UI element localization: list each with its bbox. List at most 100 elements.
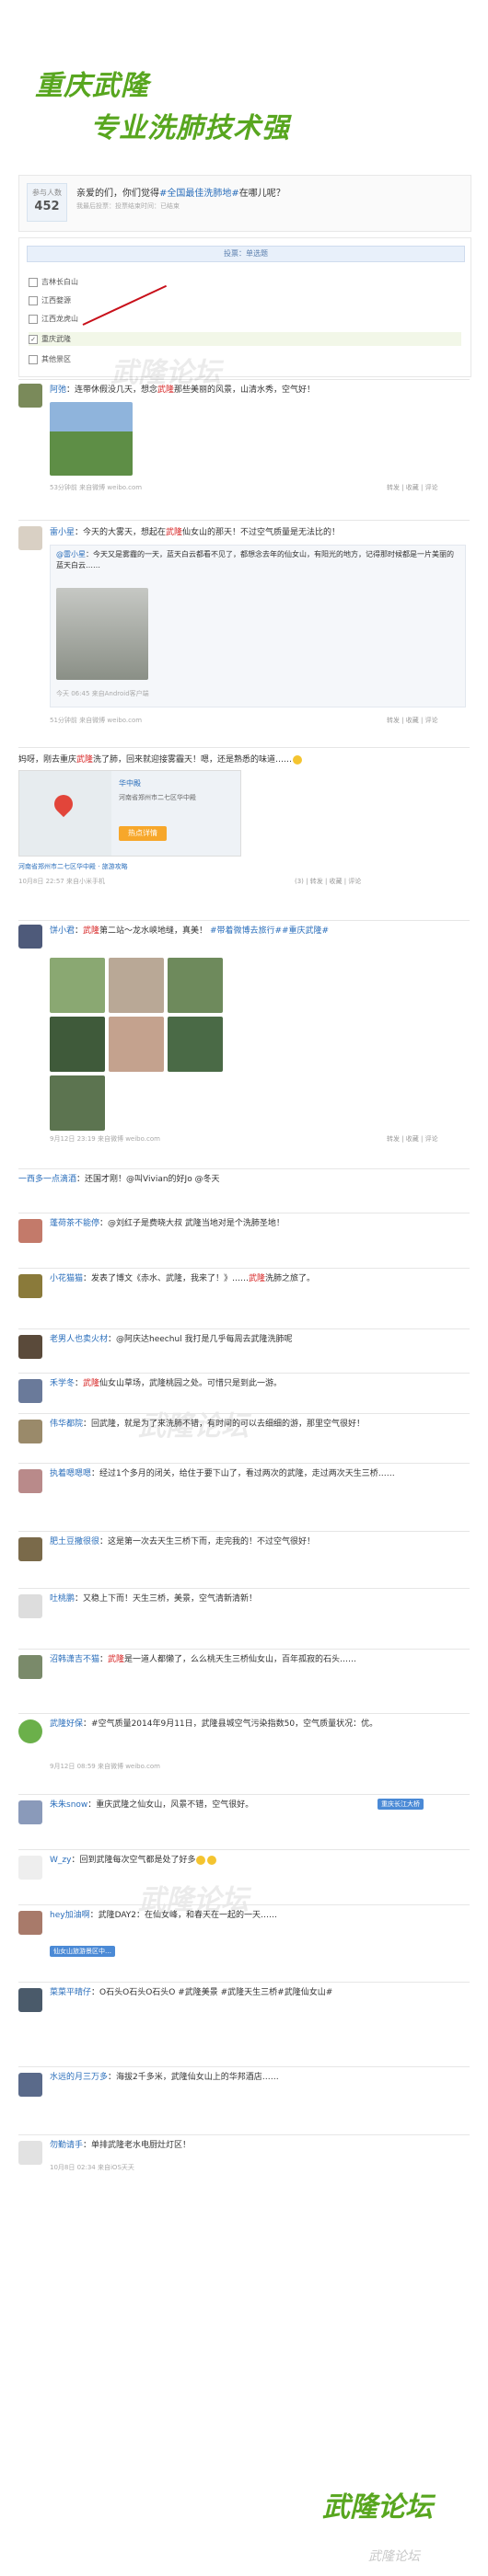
post-author[interactable]: 武隆好保 bbox=[50, 1719, 83, 1729]
post-author[interactable]: 朱朱snow bbox=[50, 1800, 87, 1810]
checkbox-icon[interactable] bbox=[29, 277, 38, 287]
avatar[interactable] bbox=[18, 1537, 42, 1561]
checkbox-icon[interactable] bbox=[29, 295, 38, 305]
checkbox-icon[interactable] bbox=[29, 314, 38, 324]
location-badge[interactable]: 仙女山旅游景区中… bbox=[50, 1946, 115, 1957]
poll-option[interactable]: 其他景区 bbox=[29, 354, 71, 364]
post-author[interactable]: 吐桃鹏 bbox=[50, 1594, 75, 1604]
post-author[interactable]: 雷小星 bbox=[50, 528, 75, 537]
post-text-b: 洗了肺，回来就迎接雾霾天！嗯，还是熟悉的味道…… bbox=[93, 755, 293, 765]
post-author[interactable]: 小花猫猫 bbox=[50, 1274, 83, 1283]
poll-question: 亲爱的们，你们觉得#全国最佳洗肺地#在哪儿呢？ bbox=[76, 185, 285, 199]
location-line[interactable]: 河南省郑州市二七区华中殿 · 旅游攻略 bbox=[18, 862, 128, 871]
quote-photo[interactable] bbox=[56, 588, 148, 680]
avatar[interactable] bbox=[18, 1655, 42, 1679]
avatar[interactable] bbox=[18, 1335, 42, 1359]
post-text: 菜菜平晴仔：O石头O石头O石头O #武隆美景 #武隆天生三桥#武隆仙女山# bbox=[50, 1986, 464, 1999]
post-author[interactable]: 执着嗯嗯嗯 bbox=[50, 1469, 91, 1478]
poll-option[interactable]: 江西婺源 bbox=[29, 295, 71, 305]
avatar[interactable] bbox=[18, 1719, 42, 1743]
post-text: 武隆好保：#空气质量2014年9月11日，武隆县城空气污染指数50，空气质量状况… bbox=[50, 1718, 464, 1731]
post-text: 肥土豆撒很很：这是第一次去天生三桥下而，走完我的！不过空气很好！ bbox=[50, 1535, 464, 1548]
avatar[interactable] bbox=[18, 1988, 42, 2012]
poll-question-link[interactable]: #全国最佳洗肺地# bbox=[159, 189, 239, 199]
post-author[interactable]: 勿勤请手 bbox=[50, 2141, 83, 2150]
post-author[interactable]: 禾学冬 bbox=[50, 1379, 75, 1388]
location-card[interactable]: 华中殿 河南省郑州市二七区华中殿 热点详情 bbox=[18, 770, 241, 857]
post-text-b: 海拔2千多米，武隆仙女山上的华邦酒店…… bbox=[116, 2073, 279, 2082]
post-author[interactable]: W_zy bbox=[50, 1856, 71, 1865]
post-author[interactable]: 菜菜平晴仔 bbox=[50, 1988, 91, 1997]
poll-option[interactable]: 吉林长白山 bbox=[29, 277, 78, 287]
post-actions[interactable]: (3) | 转发 | 收藏 | 评论 bbox=[295, 877, 361, 886]
post-text: 水远的月三万多：海拔2千多米，武隆仙女山上的华邦酒店…… bbox=[50, 2071, 464, 2084]
post-author[interactable]: 老男人也卖火材 bbox=[50, 1335, 108, 1344]
watermark: 武隆论坛 bbox=[110, 357, 221, 389]
poll-option-selected[interactable]: ✓ 重庆武隆 bbox=[29, 332, 461, 346]
post-text-b: O石头O石头O石头O #武隆美景 #武隆天生三桥#武隆仙女山# bbox=[99, 1988, 333, 1997]
post-author[interactable]: 水远的月三万多 bbox=[50, 2073, 108, 2082]
place-address: 河南省郑州市二七区华中殿 bbox=[119, 794, 196, 801]
avatar[interactable] bbox=[18, 1469, 42, 1493]
avatar[interactable] bbox=[18, 384, 42, 408]
photo-thumb[interactable] bbox=[168, 1017, 223, 1072]
post-author[interactable]: 肥土豆撒很很 bbox=[50, 1537, 99, 1547]
post-author[interactable]: 沼韩潇吉不猫 bbox=[50, 1655, 99, 1664]
post-text-b: 单排武隆老水电厨灶灯区！ bbox=[91, 2141, 192, 2150]
photo-thumb[interactable] bbox=[50, 1075, 105, 1131]
avatar[interactable] bbox=[18, 2073, 42, 2097]
hashtag[interactable]: #带着微博去旅行##重庆武隆# bbox=[210, 926, 329, 936]
photo-thumb[interactable] bbox=[109, 958, 164, 1013]
checkbox-icon[interactable] bbox=[29, 354, 38, 364]
avatar[interactable] bbox=[18, 1800, 42, 1824]
post-text: hey加油啊：武隆DAY2：在仙女峰，和春天在一起的一天…… bbox=[50, 1909, 464, 1922]
checked-checkbox-icon[interactable]: ✓ bbox=[29, 334, 38, 344]
post-card: 水远的月三万多：海拔2千多米，武隆仙女山上的华邦酒店…… bbox=[18, 2066, 470, 2122]
location-badge[interactable]: 重庆长江大桥 bbox=[378, 1799, 424, 1810]
avatar[interactable] bbox=[18, 2141, 42, 2165]
keyword: 武隆 bbox=[83, 1379, 100, 1388]
keyword: 武隆 bbox=[166, 528, 183, 537]
post-author[interactable]: 蓬荷茶不能停 bbox=[50, 1219, 99, 1228]
avatar[interactable] bbox=[18, 1274, 42, 1298]
post-actions[interactable]: 转发 | 收藏 | 评论 bbox=[387, 1134, 438, 1144]
avatar[interactable] bbox=[18, 1911, 42, 1935]
post-text: 执着嗯嗯嗯：经过1个多月的闭关，给住于要下山了，看过两次的武隆，走过两次天生三桥… bbox=[50, 1467, 464, 1480]
post-actions[interactable]: 转发 | 收藏 | 评论 bbox=[387, 716, 438, 725]
poll-option[interactable]: 江西龙虎山 bbox=[29, 314, 78, 324]
post-text-b: 这是第一次去天生三桥下而，走完我的！不过空气很好！ bbox=[108, 1537, 316, 1547]
post-author[interactable]: 伟华都院 bbox=[50, 1420, 83, 1429]
avatar[interactable] bbox=[18, 1856, 42, 1880]
post-actions[interactable]: 转发 | 收藏 | 评论 bbox=[387, 483, 438, 492]
photo-thumb[interactable] bbox=[50, 1017, 105, 1072]
photo-thumb[interactable] bbox=[168, 958, 223, 1013]
post-text-a: ： bbox=[99, 1219, 109, 1228]
avatar[interactable] bbox=[18, 1379, 42, 1403]
photo-thumb[interactable] bbox=[50, 958, 105, 1013]
post-text: 吐桃鹏：又稳上下而！天生三桥，美景，空气清新清新！ bbox=[50, 1593, 464, 1605]
post-author[interactable]: hey加油啊 bbox=[50, 1911, 90, 1920]
quote-text: @雷小星：今天又是雾霾的一天，蓝天白云都看不见了，都想念去年的仙女山，有阳光的地… bbox=[56, 549, 458, 571]
keyword: 武隆 bbox=[249, 1274, 266, 1283]
post-author[interactable]: 一西多一点滴酒 bbox=[18, 1175, 76, 1184]
avatar[interactable] bbox=[18, 1420, 42, 1443]
post-text-b: @叫Vivian的好Jo @冬天 bbox=[126, 1175, 220, 1184]
post-meta: 10月8日 02:34 来自iOS天天 bbox=[50, 2164, 134, 2171]
poll-bar: 投票：单选题 bbox=[27, 246, 465, 262]
place-title[interactable]: 华中殿 bbox=[119, 778, 141, 788]
avatar[interactable] bbox=[18, 526, 42, 550]
post-card: 阿弛：连带休假没几天，想念武隆那些美丽的风景，山清水秀，空气好！ 53分钟前 来… bbox=[18, 379, 470, 518]
hot-detail-button[interactable]: 热点详情 bbox=[119, 826, 167, 841]
quote-author[interactable]: @雷小星 bbox=[56, 550, 86, 558]
post-text-a: ： bbox=[83, 1719, 92, 1729]
photo-thumb[interactable] bbox=[109, 1017, 164, 1072]
avatar[interactable] bbox=[18, 925, 42, 949]
avatar[interactable] bbox=[18, 1219, 42, 1243]
post-card: 妈呀，刚去重庆武隆洗了肺，回来就迎接雾霾天！嗯，还是熟悉的味道…… 华中殿 河南… bbox=[18, 747, 470, 937]
post-author[interactable]: 饼小君 bbox=[50, 926, 75, 936]
post-text-b: 第二站～龙水峡地缝，真美！ bbox=[99, 926, 208, 936]
post-author[interactable]: 阿弛 bbox=[50, 385, 66, 395]
post-card: 饼小君：武隆第二站～龙水峡地缝，真美！ #带着微博去旅行##重庆武隆# 9月12… bbox=[18, 920, 470, 1144]
avatar[interactable] bbox=[18, 1594, 42, 1618]
post-photo[interactable] bbox=[50, 402, 133, 476]
